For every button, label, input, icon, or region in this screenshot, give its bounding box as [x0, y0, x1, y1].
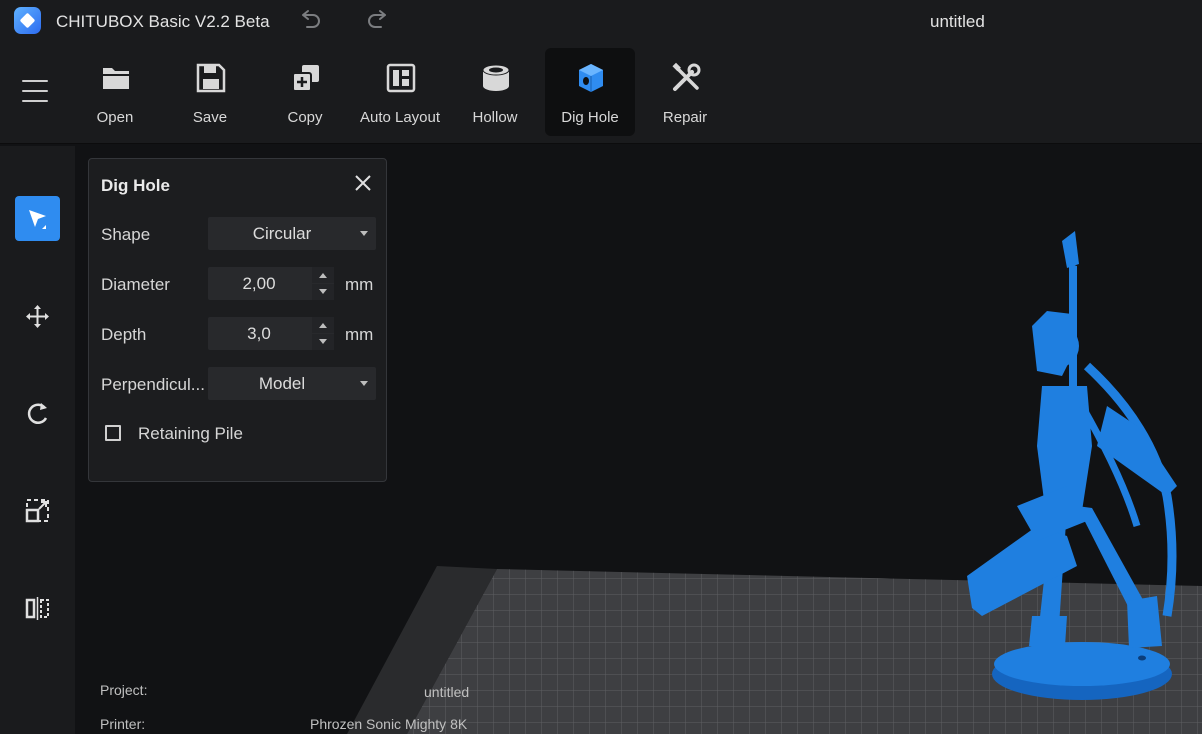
- wrench-screwdriver-icon: [672, 62, 701, 91]
- depth-increment-icon[interactable]: [312, 317, 334, 333]
- dig-hole-cube-icon: [579, 64, 603, 92]
- project-label: Project:: [100, 682, 148, 698]
- depth-value: 3,0: [247, 324, 271, 343]
- hamburger-menu-icon[interactable]: [22, 80, 48, 104]
- copy-label: Copy: [287, 109, 323, 126]
- floppy-disk-icon: [196, 63, 226, 93]
- left-tool-sidebar: [0, 146, 75, 734]
- close-icon[interactable]: [353, 173, 373, 193]
- printer-value: Phrozen Sonic Mighty 8K: [310, 716, 468, 732]
- document-title: untitled: [930, 12, 985, 31]
- main-toolbar: Open Save Copy Auto Layout Hollow Dig Ho…: [0, 42, 1202, 144]
- diameter-decrement-icon[interactable]: [312, 284, 334, 300]
- dig-hole-panel: Dig Hole Shape Circular Diameter 2,00 mm…: [88, 158, 387, 482]
- perpendicular-value: Model: [258, 374, 306, 393]
- copy-icon: [292, 65, 319, 92]
- scale-icon: [25, 499, 49, 523]
- diameter-value: 2,00: [242, 274, 276, 293]
- depth-unit: mm: [345, 325, 374, 344]
- app-window: CHITUBOX Basic V2.2 Beta untitled Open S…: [0, 0, 1202, 734]
- redo-icon[interactable]: [366, 9, 390, 31]
- diameter-input[interactable]: 2,00: [208, 267, 334, 300]
- repair-label: Repair: [662, 109, 708, 126]
- auto-layout-label: Auto Layout: [359, 109, 441, 126]
- move-tool-button[interactable]: [15, 294, 60, 339]
- shape-value: Circular: [252, 224, 312, 243]
- open-label: Open: [96, 109, 134, 126]
- diameter-unit: mm: [345, 275, 374, 294]
- folder-icon: [103, 68, 129, 89]
- dig-hole-label: Dig Hole: [561, 109, 619, 126]
- panel-title: Dig Hole: [101, 176, 170, 195]
- depth-decrement-icon[interactable]: [312, 334, 334, 350]
- undo-icon[interactable]: [298, 9, 322, 31]
- perpendicular-select[interactable]: Model: [208, 367, 376, 400]
- hollow-label: Hollow: [472, 109, 518, 126]
- rotate-icon: [27, 403, 48, 424]
- copy-button[interactable]: Copy: [260, 48, 350, 136]
- retaining-pile-label: Retaining Pile: [138, 424, 243, 443]
- auto-layout-button[interactable]: Auto Layout: [355, 48, 445, 136]
- layout-icon: [386, 63, 416, 93]
- depth-label: Depth: [101, 325, 147, 344]
- select-tool-button[interactable]: [15, 196, 60, 241]
- app-title: CHITUBOX Basic V2.2 Beta: [56, 12, 270, 31]
- chitubox-logo-icon: [14, 7, 41, 34]
- hollow-button[interactable]: Hollow: [450, 48, 540, 136]
- mirror-tool-button[interactable]: [15, 586, 60, 631]
- printer-label: Printer:: [100, 716, 146, 732]
- scale-tool-button[interactable]: [15, 488, 60, 533]
- select-cursor-icon: [29, 210, 46, 229]
- rotate-tool-button[interactable]: [15, 391, 60, 436]
- title-bar: CHITUBOX Basic V2.2 Beta untitled: [0, 0, 1202, 42]
- mirror-icon: [25, 597, 49, 620]
- shape-select[interactable]: Circular: [208, 217, 376, 250]
- diameter-increment-icon[interactable]: [312, 267, 334, 283]
- project-value: untitled: [424, 684, 470, 700]
- depth-input[interactable]: 3,0: [208, 317, 334, 350]
- hollow-cylinder-icon: [482, 64, 510, 91]
- chevron-down-icon: [360, 381, 368, 386]
- repair-button[interactable]: Repair: [640, 48, 730, 136]
- dig-hole-button[interactable]: Dig Hole: [545, 48, 635, 136]
- save-label: Save: [192, 109, 228, 126]
- retaining-pile-checkbox[interactable]: [105, 425, 121, 441]
- move-arrows-icon: [26, 305, 49, 328]
- shape-label: Shape: [101, 225, 151, 244]
- perpendicular-label: Perpendicul...: [101, 375, 205, 394]
- diameter-label: Diameter: [101, 275, 170, 294]
- open-button[interactable]: Open: [70, 48, 160, 136]
- chevron-down-icon: [360, 231, 368, 236]
- save-button[interactable]: Save: [165, 48, 255, 136]
